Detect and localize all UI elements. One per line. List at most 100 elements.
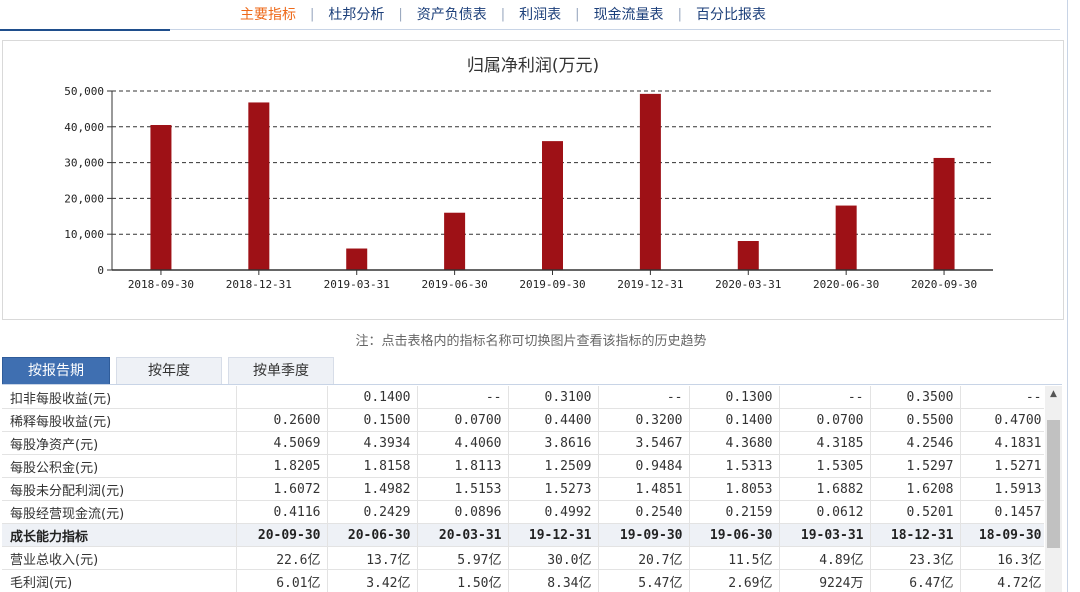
table-cell: 1.8158	[327, 454, 418, 478]
table-cell: 1.5153	[417, 477, 509, 501]
indicator-name[interactable]: 扣非每股收益(元)	[2, 386, 237, 409]
nav-item-cash-flow[interactable]: 现金流量表 |	[594, 4, 696, 24]
table-cell: 0.1457	[960, 500, 1044, 524]
table-cell: 23.3亿	[870, 546, 961, 570]
period-header-cell: 19-12-31	[508, 523, 599, 547]
nav-link-label[interactable]: 资产负债表	[417, 4, 487, 24]
table-row: 稀释每股收益(元) 0.2600 0.1500 0.0700 0.4400 0.3200 0…	[2, 408, 1044, 432]
tab-by-report-period[interactable]: 按报告期	[2, 357, 110, 385]
table-cell: 0.1400	[327, 386, 418, 409]
table-cell: 0.3500	[870, 386, 961, 409]
nav-link-label[interactable]: 利润表	[519, 4, 561, 24]
chart-bar	[933, 157, 955, 270]
x-tick-label: 2020-06-30	[813, 278, 879, 291]
scroll-up-arrow-icon[interactable]: ▲	[1045, 386, 1062, 403]
table-cell: 13.7亿	[327, 546, 418, 570]
table-section-header-row: 成长能力指标 20-09-30 20-06-30 20-03-31 19-12-31 19…	[2, 523, 1044, 547]
table-cell: 1.5913	[960, 477, 1044, 501]
indicator-name[interactable]: 稀释每股收益(元)	[2, 408, 237, 432]
indicator-name[interactable]: 营业总收入(元)	[2, 546, 237, 570]
page-right-border	[1067, 0, 1068, 592]
section-header-label: 成长能力指标	[2, 523, 237, 547]
x-tick-label: 2018-09-30	[128, 278, 194, 291]
table-cell: 0.0700	[779, 408, 871, 432]
table-scrollbar[interactable]: ▲	[1045, 386, 1062, 592]
nav-link-label[interactable]: 百分比报表	[696, 4, 766, 24]
nav-accent-bar	[0, 29, 170, 31]
chart-bar	[444, 212, 466, 270]
table-cell: 1.6882	[779, 477, 871, 501]
indicator-name[interactable]: 每股公积金(元)	[2, 454, 237, 478]
nav-link-label[interactable]: 杜邦分析	[328, 4, 384, 24]
chart-bars	[150, 93, 955, 271]
indicator-table: 扣非每股收益(元) 0.1400 -- 0.3100 -- 0.1300 -- 0.3500-…	[2, 386, 1044, 592]
table-cell: 1.8113	[417, 454, 509, 478]
table-cell: 0.2540	[598, 500, 690, 524]
nav-separator: |	[575, 6, 580, 22]
period-header-cell: 20-09-30	[236, 523, 328, 547]
table-cell: 0.0896	[417, 500, 509, 524]
nav-list: 主要指标 | 杜邦分析 | 资产负债表 | 利润表 | 现金流量表 | 百分比报表	[240, 4, 766, 24]
table-row: 每股未分配利润(元) 1.6072 1.4982 1.5153 1.5273 1.4851…	[2, 477, 1044, 501]
table-cell: 4.3934	[327, 431, 418, 455]
chart-bar	[346, 248, 368, 270]
x-tick-label: 2019-12-31	[617, 278, 683, 291]
table-cell: 0.5201	[870, 500, 961, 524]
chart-bar	[150, 125, 172, 270]
table-cell: 4.89亿	[779, 546, 871, 570]
table-cell: 1.50亿	[417, 569, 509, 592]
table-cell: 1.5273	[508, 477, 599, 501]
nav-separator: |	[398, 6, 403, 22]
table-row: 每股净资产(元) 4.5069 4.3934 4.4060 3.8616 3.5467 4.…	[2, 431, 1044, 455]
table-cell: 0.4992	[508, 500, 599, 524]
table-cell: 3.42亿	[327, 569, 418, 592]
table-cell: 1.8053	[689, 477, 780, 501]
x-tick-label: 2019-03-31	[324, 278, 390, 291]
indicator-name[interactable]: 毛利润(元)	[2, 569, 237, 592]
table-cell: 4.5069	[236, 431, 328, 455]
scroll-thumb[interactable]	[1047, 420, 1060, 548]
indicator-name[interactable]: 每股净资产(元)	[2, 431, 237, 455]
tab-by-quarter[interactable]: 按单季度	[228, 357, 334, 385]
table-cell: 4.3185	[779, 431, 871, 455]
nav-separator: |	[310, 6, 315, 22]
table-cell: 0.0612	[779, 500, 871, 524]
table-cell: --	[779, 386, 871, 409]
nav-item-percentage[interactable]: 百分比报表	[696, 4, 766, 24]
chart-bar	[542, 141, 563, 270]
x-tick-label: 2020-03-31	[715, 278, 781, 291]
nav-item-dupont[interactable]: 杜邦分析 |	[328, 4, 416, 24]
table-cell: 11.5亿	[689, 546, 780, 570]
table-cell: 0.3200	[598, 408, 690, 432]
nav-link-label[interactable]: 现金流量表	[594, 4, 664, 24]
table-cell: 1.5305	[779, 454, 871, 478]
table-cell: 1.4851	[598, 477, 690, 501]
table-cell: 0.9484	[598, 454, 690, 478]
period-header-cell: 18-09-30	[960, 523, 1044, 547]
indicator-table-container: 扣非每股收益(元) 0.1400 -- 0.3100 -- 0.1300 -- 0.3500-…	[2, 386, 1044, 592]
period-header-cell: 19-06-30	[689, 523, 780, 547]
table-row: 每股经营现金流(元) 0.4116 0.2429 0.0896 0.4992 0.2540…	[2, 500, 1044, 524]
tab-by-year[interactable]: 按年度	[116, 357, 222, 385]
table-cell: 4.4060	[417, 431, 509, 455]
nav-separator: |	[500, 6, 506, 22]
nav-separator: |	[677, 6, 682, 22]
nav-link-label[interactable]: 主要指标	[240, 4, 296, 24]
table-cell: 4.72亿	[960, 569, 1044, 592]
nav-item-main-indicators[interactable]: 主要指标 |	[240, 4, 328, 24]
x-tick-label: 2020-09-30	[911, 278, 977, 291]
nav-item-income-statement[interactable]: 利润表 |	[519, 4, 593, 24]
chart-bar	[639, 93, 661, 270]
y-tick-label: 20,000	[64, 192, 104, 205]
table-cell: 6.47亿	[870, 569, 961, 592]
period-header-cell: 19-09-30	[598, 523, 690, 547]
table-cell: 3.5467	[598, 431, 690, 455]
nav-item-balance-sheet[interactable]: 资产负债表 |	[417, 4, 519, 24]
period-header-cell: 20-06-30	[327, 523, 418, 547]
indicator-name[interactable]: 每股未分配利润(元)	[2, 477, 237, 501]
chart-panel: 归属净利润(万元) 0 10,000 20,000 30,000 40,000 50,00…	[2, 40, 1064, 320]
table-cell: 1.5297	[870, 454, 961, 478]
table-cell: 1.4982	[327, 477, 418, 501]
indicator-name[interactable]: 每股经营现金流(元)	[2, 500, 237, 524]
table-cell: 2.69亿	[689, 569, 780, 592]
